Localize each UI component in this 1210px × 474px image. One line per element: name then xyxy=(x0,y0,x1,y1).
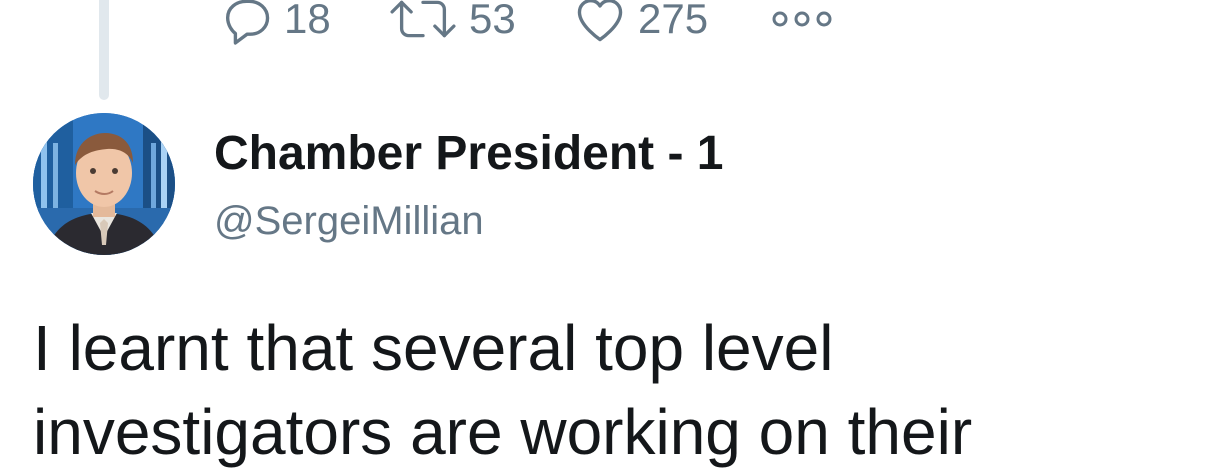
reply-button[interactable]: 18 xyxy=(218,0,331,45)
author-handle[interactable]: @SergeiMillian xyxy=(214,198,723,244)
reply-count: 18 xyxy=(284,0,331,42)
reply-icon xyxy=(218,0,276,48)
author-display-name[interactable]: Chamber President - 1 xyxy=(214,126,723,182)
more-icon xyxy=(770,4,834,34)
tweet-action-bar: 18 53 275 xyxy=(0,0,1210,50)
avatar[interactable] xyxy=(33,113,175,255)
tweet-author[interactable]: Chamber President - 1 @SergeiMillian xyxy=(214,126,723,244)
more-options-button[interactable] xyxy=(770,0,834,44)
retweet-count: 53 xyxy=(469,0,516,42)
like-count: 275 xyxy=(638,0,709,42)
retweet-icon xyxy=(385,0,461,48)
tweet-text: I learnt that several top level investig… xyxy=(33,312,973,468)
retweet-button[interactable]: 53 xyxy=(385,0,516,44)
heart-icon xyxy=(570,0,630,48)
like-button[interactable]: 275 xyxy=(570,0,708,44)
